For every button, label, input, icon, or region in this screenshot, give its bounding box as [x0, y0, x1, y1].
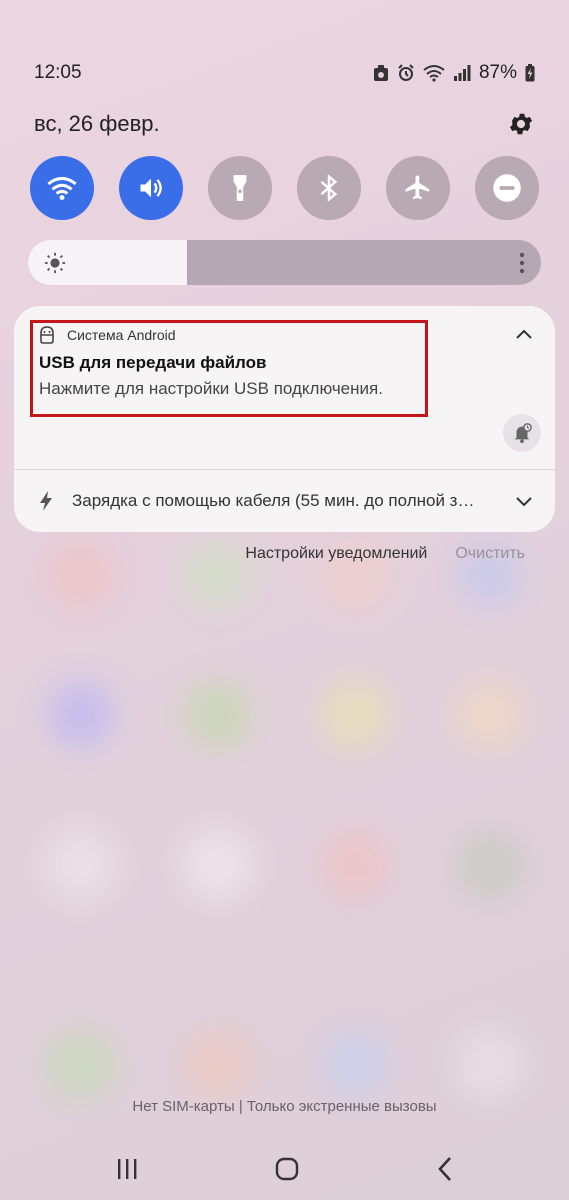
more-options-icon[interactable] [519, 252, 525, 274]
usb-notification[interactable]: Система Android USB для передачи файлов … [14, 306, 555, 469]
status-time: 12:05 [34, 62, 82, 83]
recent-apps-icon[interactable] [116, 1158, 138, 1180]
navigation-bar [0, 1150, 569, 1188]
chevron-down-icon[interactable] [515, 496, 533, 508]
status-bar: 12:05 87% [34, 58, 535, 88]
signal-icon [453, 65, 471, 81]
quick-settings-row [30, 156, 539, 220]
battery-percent: 87% [478, 62, 517, 83]
alarm-icon [398, 64, 414, 81]
brightness-slider[interactable] [28, 240, 541, 285]
charging-notification[interactable]: Зарядка с помощью кабеля (55 мин. до пол… [14, 470, 555, 532]
snooze-bell-icon [514, 423, 532, 444]
qs-bluetooth-toggle[interactable] [297, 156, 361, 220]
dnd-icon [493, 174, 521, 202]
back-icon[interactable] [437, 1156, 453, 1182]
notification-actions: Настройки уведомлений Очистить [245, 545, 525, 563]
panel-header: вс, 26 февр. [34, 108, 535, 140]
notification-card: Система Android USB для передачи файлов … [14, 306, 555, 532]
qs-airplane-toggle[interactable] [386, 156, 450, 220]
notification-settings-button[interactable]: Настройки уведомлений [245, 545, 427, 563]
highlight-annotation-box [30, 320, 428, 417]
wifi-icon [423, 65, 445, 82]
screen-recorder-icon [373, 65, 388, 81]
home-icon[interactable] [275, 1157, 299, 1181]
qs-dnd-toggle[interactable] [475, 156, 539, 220]
bluetooth-icon [320, 174, 338, 202]
charging-bolt-icon [40, 491, 52, 511]
qs-flashlight-toggle[interactable] [208, 156, 272, 220]
notification-snooze-button[interactable] [503, 414, 541, 452]
wifi-icon [47, 176, 77, 200]
airplane-icon [405, 175, 430, 200]
settings-gear-icon[interactable] [507, 110, 535, 138]
clear-notifications-button[interactable]: Очистить [455, 545, 525, 563]
qs-wifi-toggle[interactable] [30, 156, 94, 220]
qs-sound-toggle[interactable] [119, 156, 183, 220]
chevron-up-icon[interactable] [515, 328, 533, 340]
flashlight-icon [233, 175, 247, 201]
status-icons: 87% [373, 62, 535, 84]
battery-charging-icon [525, 64, 535, 82]
brightness-sun-icon [44, 252, 66, 274]
date-label: вс, 26 февр. [34, 111, 160, 136]
charging-text: Зарядка с помощью кабеля (55 мин. до пол… [72, 491, 482, 510]
volume-icon [140, 178, 162, 198]
sim-status-text: Нет SIM-карты | Только экстренные вызовы [132, 1098, 437, 1115]
